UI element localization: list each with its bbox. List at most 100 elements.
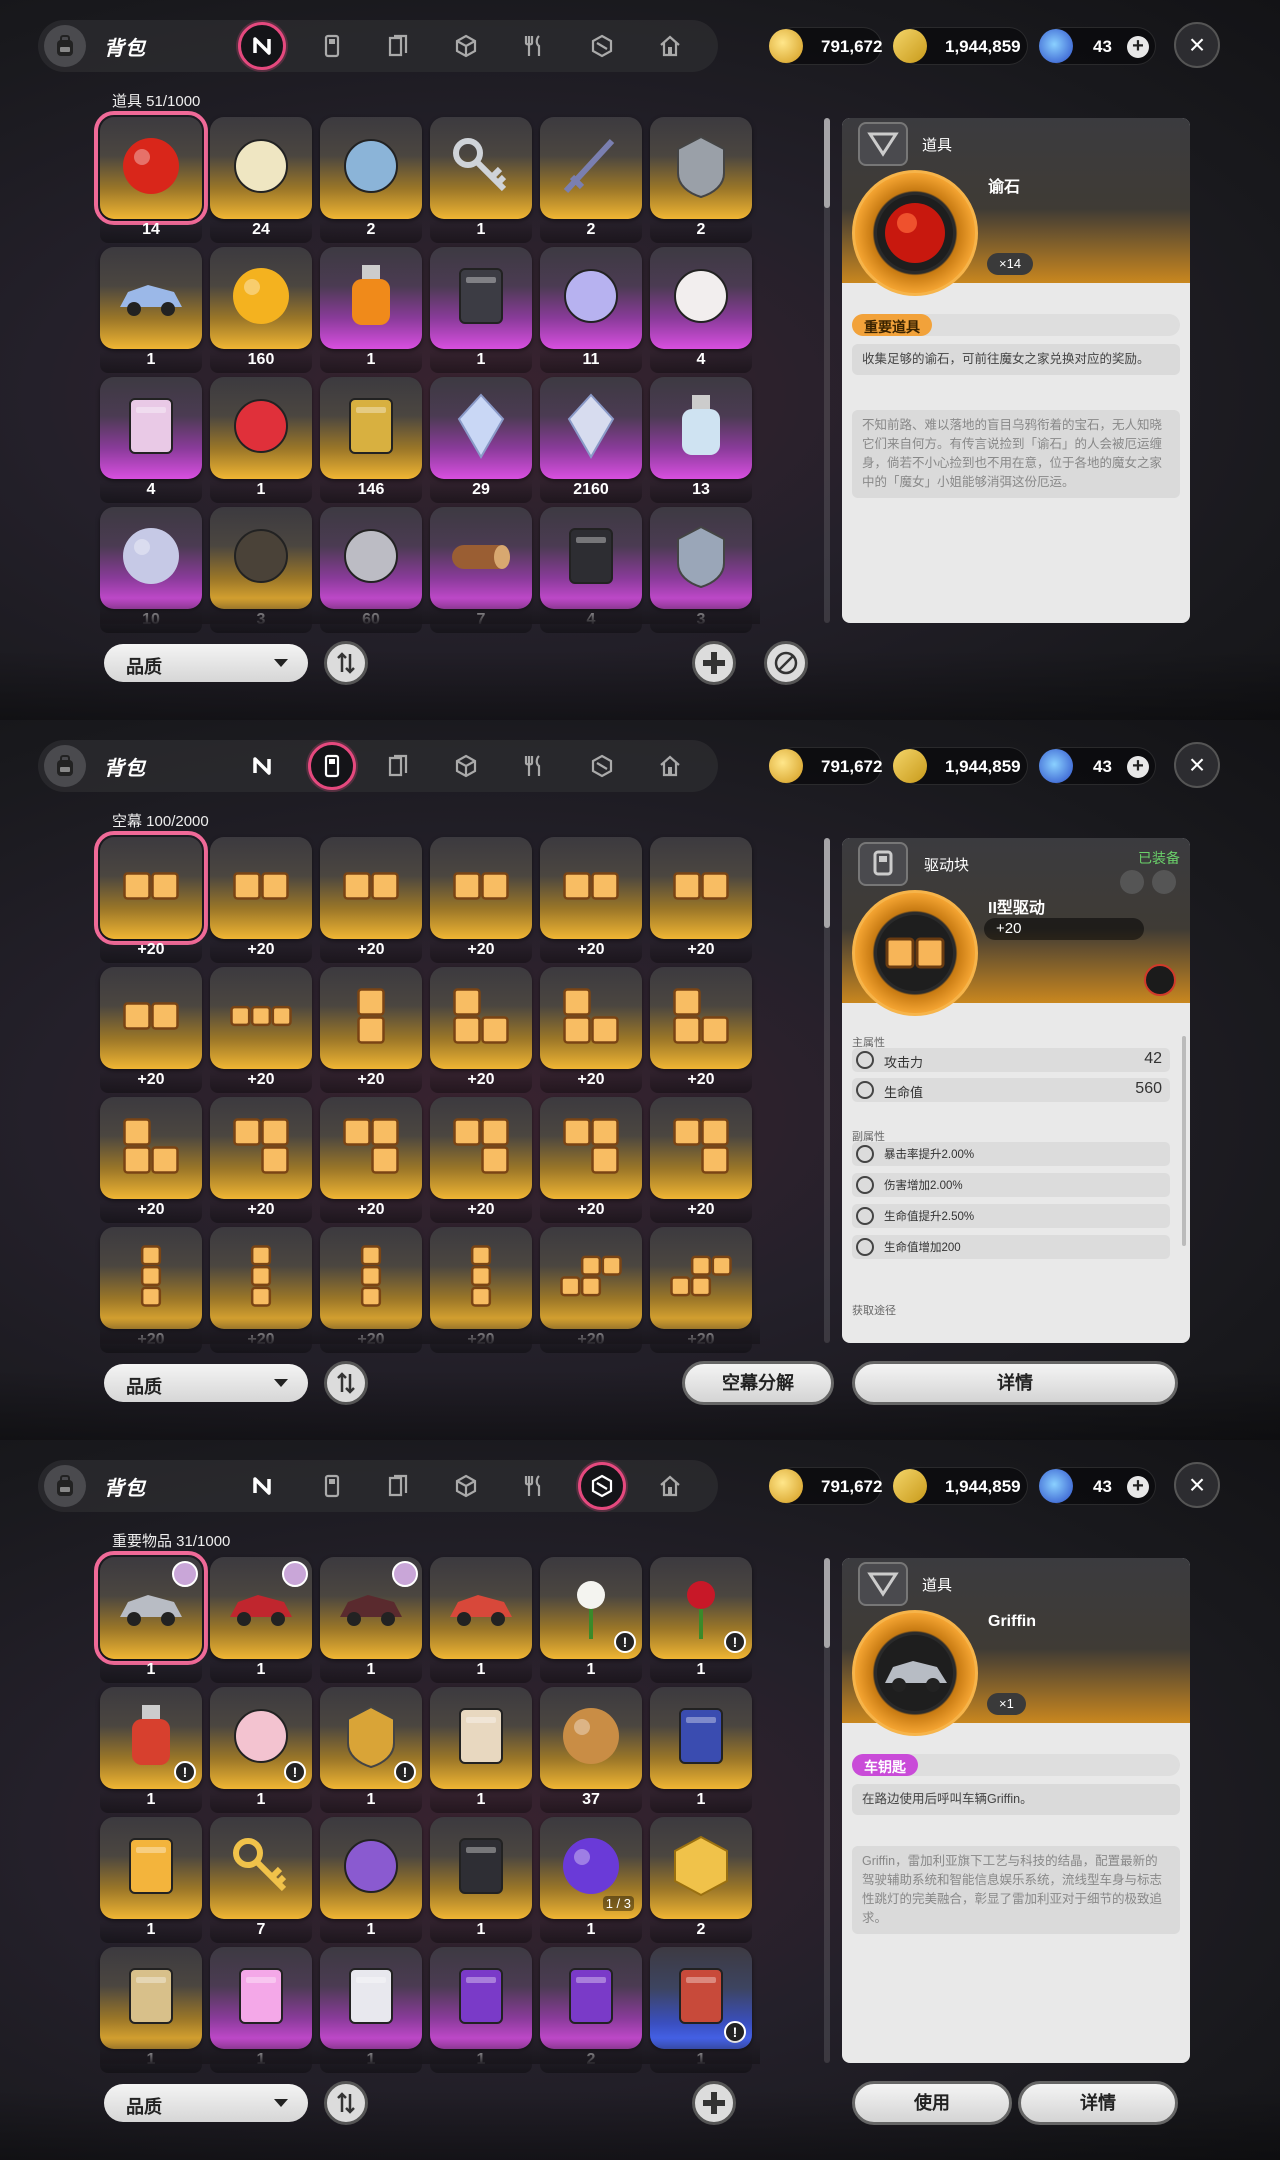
item-slot[interactable] (430, 507, 532, 609)
key-item-slot[interactable] (540, 1687, 642, 1789)
drive-slot[interactable] (210, 837, 312, 939)
key-item-slot[interactable] (210, 1947, 312, 2049)
key-item-slot[interactable] (430, 1817, 532, 1919)
tab-food[interactable] (510, 1462, 558, 1510)
detail-scrollbar[interactable] (824, 838, 830, 1343)
quality-sort-dropdown[interactable]: 品质 (104, 2084, 308, 2122)
tab-book[interactable] (374, 1462, 422, 1510)
key-item-slot[interactable] (320, 1557, 422, 1659)
drive-slot[interactable] (210, 967, 312, 1069)
tab-box[interactable] (442, 22, 490, 70)
details-button[interactable]: 详情 (1018, 2081, 1178, 2125)
key-item-slot[interactable] (210, 1557, 312, 1659)
item-slot[interactable] (100, 377, 202, 479)
close-button[interactable]: × (1174, 742, 1220, 788)
key-item-slot[interactable]: ! (540, 1557, 642, 1659)
drive-slot[interactable] (430, 1227, 532, 1329)
drive-slot[interactable] (320, 837, 422, 939)
key-item-slot[interactable]: ! (100, 1687, 202, 1789)
key-item-slot[interactable] (94, 1551, 208, 1665)
drive-slot[interactable] (320, 1227, 422, 1329)
quality-sort-dropdown[interactable]: 品质 (104, 644, 308, 682)
key-item-slot[interactable] (430, 1557, 532, 1659)
item-slot[interactable] (430, 377, 532, 479)
drive-slot[interactable] (210, 1227, 312, 1329)
item-slot[interactable] (210, 247, 312, 349)
item-slot[interactable] (320, 377, 422, 479)
quality-sort-dropdown[interactable]: 品质 (104, 1364, 308, 1402)
drive-slot[interactable] (540, 1097, 642, 1199)
key-item-slot[interactable] (650, 1687, 752, 1789)
item-slot[interactable] (94, 111, 208, 225)
drive-slot[interactable] (650, 1097, 752, 1199)
key-item-slot[interactable] (210, 1817, 312, 1919)
item-slot[interactable] (320, 117, 422, 219)
filter-off-button[interactable] (764, 641, 808, 685)
key-item-slot[interactable] (430, 1687, 532, 1789)
decompose-button[interactable]: 空幕分解 (682, 1361, 834, 1405)
item-slot[interactable] (540, 377, 642, 479)
detail-scrollbar[interactable] (824, 118, 830, 623)
tab-key-item[interactable] (578, 22, 626, 70)
key-item-slot[interactable]: ! (650, 1557, 752, 1659)
details-button[interactable]: 详情 (852, 1361, 1178, 1405)
drive-slot[interactable] (540, 967, 642, 1069)
tab-key-item[interactable] (578, 742, 626, 790)
tab-book[interactable] (374, 22, 422, 70)
drive-slot[interactable] (650, 967, 752, 1069)
sort-order-button[interactable] (324, 1361, 368, 1405)
item-slot[interactable] (100, 507, 202, 609)
item-slot[interactable] (320, 247, 422, 349)
item-slot[interactable] (210, 377, 312, 479)
item-slot[interactable] (210, 117, 312, 219)
drive-slot[interactable] (430, 967, 532, 1069)
tab-home[interactable] (646, 742, 694, 790)
key-item-slot[interactable] (100, 1947, 202, 2049)
lock-icon[interactable] (1152, 870, 1176, 894)
tab-key-item[interactable] (578, 1462, 626, 1510)
key-item-slot[interactable] (320, 1947, 422, 2049)
key-item-slot[interactable] (540, 1947, 642, 2049)
tab-item[interactable] (238, 22, 286, 70)
item-slot[interactable] (650, 377, 752, 479)
drive-slot[interactable] (100, 1097, 202, 1199)
item-slot[interactable] (650, 247, 752, 349)
tab-drive[interactable] (308, 1462, 356, 1510)
tab-box[interactable] (442, 742, 490, 790)
drive-slot[interactable] (650, 837, 752, 939)
use-button[interactable]: 使用 (852, 2081, 1012, 2125)
item-slot[interactable] (210, 507, 312, 609)
key-item-slot[interactable]: ! (320, 1687, 422, 1789)
item-slot[interactable] (540, 117, 642, 219)
close-button[interactable]: × (1174, 22, 1220, 68)
item-slot[interactable] (320, 507, 422, 609)
character-avatar[interactable] (1144, 964, 1176, 996)
close-button[interactable]: × (1174, 1462, 1220, 1508)
add-gem-button[interactable]: + (1127, 756, 1149, 778)
tab-home[interactable] (646, 22, 694, 70)
item-slot[interactable] (430, 247, 532, 349)
tab-item[interactable] (238, 742, 286, 790)
item-slot[interactable] (100, 247, 202, 349)
drive-slot[interactable] (100, 967, 202, 1069)
tab-book[interactable] (374, 742, 422, 790)
item-slot[interactable] (540, 247, 642, 349)
drive-slot[interactable] (540, 837, 642, 939)
item-slot[interactable] (430, 117, 532, 219)
item-slot[interactable] (540, 507, 642, 609)
key-item-slot[interactable] (100, 1817, 202, 1919)
item-slot[interactable] (650, 507, 752, 609)
drive-slot[interactable] (100, 1227, 202, 1329)
trash-icon[interactable] (1120, 870, 1144, 894)
key-item-slot[interactable] (320, 1817, 422, 1919)
drive-slot[interactable] (94, 831, 208, 945)
tab-food[interactable] (510, 742, 558, 790)
tab-box[interactable] (442, 1462, 490, 1510)
drive-slot[interactable] (320, 1097, 422, 1199)
key-item-slot[interactable]: 1 / 3 (540, 1817, 642, 1919)
detail-scrollbar[interactable] (824, 1558, 830, 2063)
drive-slot[interactable] (320, 967, 422, 1069)
drive-slot[interactable] (650, 1227, 752, 1329)
tab-item[interactable] (238, 1462, 286, 1510)
tab-drive[interactable] (308, 22, 356, 70)
